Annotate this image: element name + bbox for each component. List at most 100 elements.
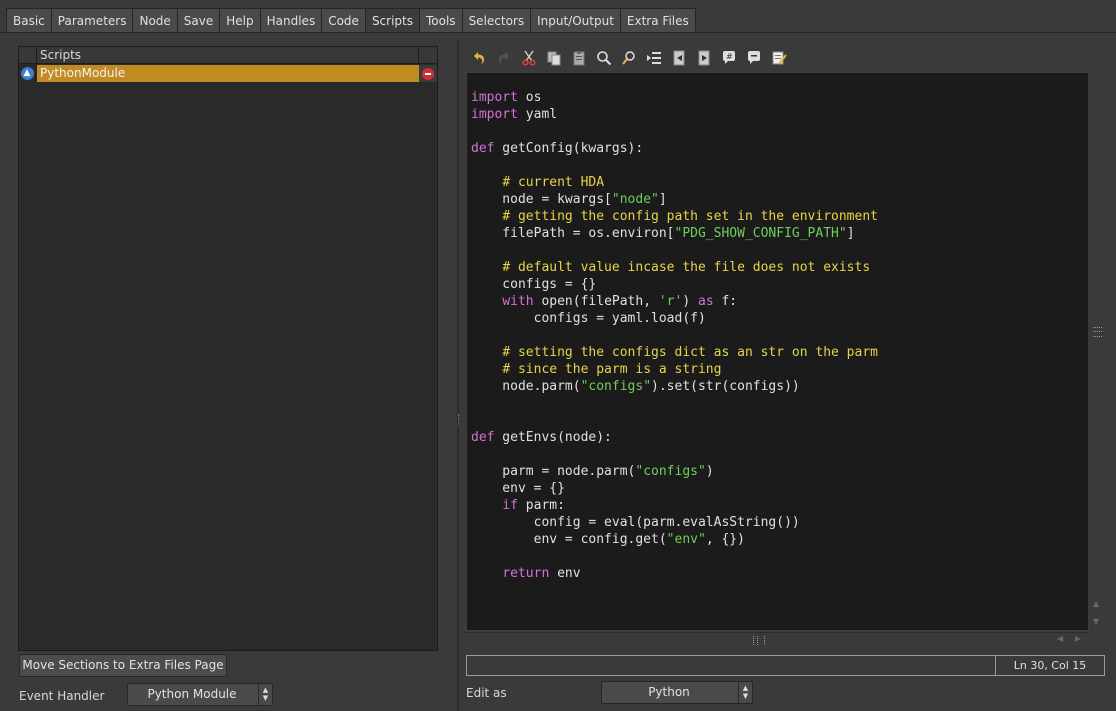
code-line[interactable]: node = kwargs["node"] xyxy=(471,191,878,208)
code-token: parm = node.parm( xyxy=(471,464,636,479)
tab-handles[interactable]: Handles xyxy=(260,8,323,33)
tab-selectors[interactable]: Selectors xyxy=(462,8,532,33)
header-icon-column xyxy=(19,47,37,64)
scroll-grip-icon[interactable] xyxy=(1093,327,1102,337)
code-line[interactable]: # since the parm is a string xyxy=(471,361,878,378)
code-line[interactable] xyxy=(471,446,878,463)
indent-icon[interactable] xyxy=(641,46,666,70)
tab-save[interactable]: Save xyxy=(177,8,221,33)
redo-icon[interactable] xyxy=(491,46,516,70)
scroll-down-icon[interactable]: ▼ xyxy=(1093,617,1099,626)
shift-right-icon[interactable] xyxy=(691,46,716,70)
code-token: "configs" xyxy=(635,464,706,479)
scroll-right-icon[interactable]: ▶ xyxy=(1075,634,1081,643)
code-line[interactable]: filePath = os.environ["PDG_SHOW_CONFIG_P… xyxy=(471,225,878,242)
move-sections-button[interactable]: Move Sections to Extra Files Page xyxy=(19,654,227,677)
code-line[interactable]: node.parm("configs").set(str(configs)) xyxy=(471,378,878,395)
scripts-list-header: Scripts xyxy=(19,47,437,64)
hscroll-grip-icon[interactable] xyxy=(753,636,765,645)
horizontal-scrollbar[interactable] xyxy=(466,632,1089,648)
event-handler-value: Python Module xyxy=(147,687,237,701)
tab-bar-divider xyxy=(0,32,1116,33)
code-token: filePath = os.environ[ xyxy=(471,226,675,241)
code-line[interactable]: # getting the config path set in the env… xyxy=(471,208,878,225)
code-token: os xyxy=(517,90,542,105)
code-line[interactable]: def getConfig(kwargs): xyxy=(471,140,878,157)
comment-icon[interactable]: # xyxy=(716,46,741,70)
tab-scripts[interactable]: Scripts xyxy=(365,8,420,33)
tab-basic[interactable]: Basic xyxy=(6,8,52,33)
code-text[interactable]: import os import yaml def getConfig(kwargs… xyxy=(471,89,878,582)
code-token: yaml xyxy=(517,107,558,122)
code-token: parm: xyxy=(517,498,565,513)
paste-icon[interactable] xyxy=(566,46,591,70)
row-delete-cell[interactable] xyxy=(419,65,437,82)
code-line[interactable]: configs = yaml.load(f) xyxy=(471,310,878,327)
arrow-up-icon: ▲ xyxy=(20,67,34,80)
scroll-left-icon[interactable]: ◀ xyxy=(1057,634,1063,643)
code-line[interactable]: return env xyxy=(471,565,878,582)
copy-icon[interactable] xyxy=(541,46,566,70)
uncomment-icon[interactable] xyxy=(741,46,766,70)
code-line[interactable]: config = eval(parm.evalAsString()) xyxy=(471,514,878,531)
script-name[interactable]: PythonModule xyxy=(37,65,419,82)
header-name-column[interactable] xyxy=(37,47,419,64)
code-line[interactable]: # setting the configs dict as an str on … xyxy=(471,344,878,361)
vertical-scrollbar[interactable] xyxy=(1089,72,1105,631)
tab-input-output[interactable]: Input/Output xyxy=(531,8,621,33)
cut-icon[interactable] xyxy=(516,46,541,70)
code-line[interactable] xyxy=(471,157,878,174)
code-token: "PDG_SHOW_CONFIG_PATH" xyxy=(674,226,847,241)
shift-left-icon[interactable] xyxy=(666,46,691,70)
code-line[interactable]: def getEnvs(node): xyxy=(471,429,878,446)
code-token: f: xyxy=(713,294,738,309)
code-line[interactable]: # default value incase the file does not… xyxy=(471,259,878,276)
edit-icon[interactable] xyxy=(766,46,791,70)
code-token: # current HDA xyxy=(502,175,605,190)
code-token: getEnvs(node): xyxy=(494,430,612,445)
remove-icon[interactable] xyxy=(422,67,434,80)
tab-strip: Basic Parameters Node Save Help Handles Code Sc… xyxy=(6,8,696,33)
undo-icon[interactable] xyxy=(466,46,491,70)
tab-node[interactable]: Node xyxy=(133,8,178,33)
event-handler-select[interactable]: Python Module ▲ ▼ xyxy=(127,683,273,706)
code-token: 'r' xyxy=(658,294,683,309)
code-token: with xyxy=(502,294,534,309)
code-editor[interactable]: import os import yaml def getConfig(kwargs… xyxy=(466,72,1089,631)
tab-extra-files[interactable]: Extra Files xyxy=(620,8,696,33)
code-line[interactable] xyxy=(471,327,878,344)
find-icon[interactable] xyxy=(591,46,616,70)
splitter-grip-icon[interactable] xyxy=(458,414,460,426)
panel-splitter[interactable] xyxy=(457,40,459,711)
code-line[interactable]: parm = node.parm("configs") xyxy=(471,463,878,480)
list-item[interactable]: ▲ PythonModule xyxy=(19,65,437,82)
find-replace-icon[interactable] xyxy=(616,46,641,70)
code-line[interactable]: if parm: xyxy=(471,497,878,514)
code-line[interactable]: with open(filePath, 'r') as f: xyxy=(471,293,878,310)
code-line[interactable]: import os xyxy=(471,89,878,106)
code-token: getConfig(kwargs): xyxy=(494,141,644,156)
edit-as-select[interactable]: Python ▲ ▼ xyxy=(601,681,753,704)
tab-help[interactable]: Help xyxy=(220,8,261,33)
code-line[interactable]: env = config.get("env", {}) xyxy=(471,531,878,548)
code-line[interactable]: import yaml xyxy=(471,106,878,123)
tab-tools[interactable]: Tools xyxy=(420,8,463,33)
code-line[interactable] xyxy=(471,395,878,412)
code-token: configs = yaml.load(f) xyxy=(471,311,706,326)
code-token: ] xyxy=(658,192,667,207)
code-line[interactable]: configs = {} xyxy=(471,276,878,293)
scroll-up-icon[interactable]: ▲ xyxy=(1093,599,1099,608)
code-line[interactable]: # current HDA xyxy=(471,174,878,191)
code-line[interactable] xyxy=(471,548,878,565)
tab-code[interactable]: Code xyxy=(322,8,366,33)
code-line[interactable] xyxy=(471,242,878,259)
code-line[interactable] xyxy=(471,123,878,140)
tab-parameters[interactable]: Parameters xyxy=(51,8,134,33)
code-line[interactable] xyxy=(471,412,878,429)
code-line[interactable]: env = {} xyxy=(471,480,878,497)
